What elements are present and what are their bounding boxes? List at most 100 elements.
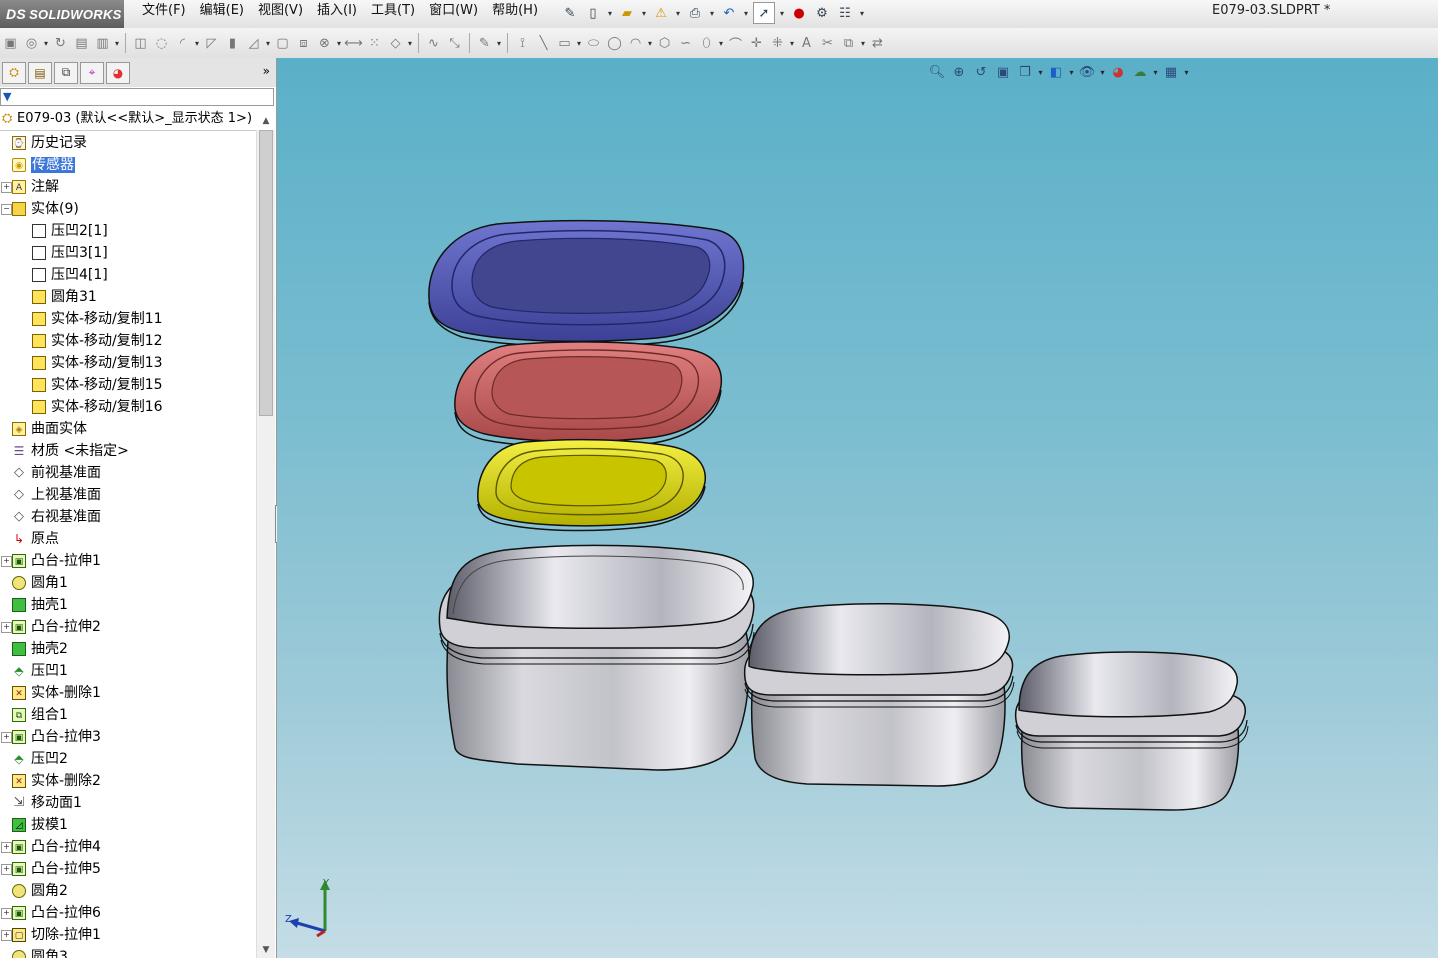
tree-item[interactable]: ✕ 实体-删除1 [12, 682, 101, 704]
rib-icon[interactable]: ▮ [223, 34, 242, 53]
medium-lid[interactable] [454, 341, 723, 448]
ellipse-icon[interactable]: ⬯ [697, 34, 716, 53]
menu-window[interactable]: 窗口(W) [422, 0, 485, 28]
text-icon[interactable]: A [797, 34, 816, 53]
slot-icon[interactable]: ⬭ [584, 34, 603, 53]
boundary-boss-dropdown-arrow[interactable]: ▾ [113, 39, 121, 48]
file-properties-icon[interactable]: ☷ [835, 3, 855, 23]
dimxpert-tab-icon[interactable]: ⌖ [80, 61, 104, 84]
tree-item[interactable]: 圆角2 [12, 880, 68, 902]
tree-item[interactable]: 抽壳1 [12, 594, 68, 616]
tree-item[interactable]: ⬘ 压凹1 [12, 660, 68, 682]
tree-item[interactable]: ⬘ 压凹2 [12, 748, 68, 770]
tree-item[interactable]: − 实体(9) [1, 198, 79, 220]
menu-tools[interactable]: 工具(T) [364, 0, 422, 28]
warning-icon[interactable]: ⚠ [651, 3, 671, 23]
curves-icon[interactable]: ∿ [424, 34, 443, 53]
tree-item[interactable]: 实体-移动/复制15 [32, 374, 163, 396]
intersect-icon[interactable]: ⊗ [315, 34, 334, 53]
arc-icon[interactable]: ◠ [626, 34, 645, 53]
swept-boss-icon[interactable]: ↻ [51, 34, 70, 53]
pin-icon[interactable]: ✎ [560, 3, 580, 23]
large-box[interactable] [438, 544, 755, 771]
graphics-area[interactable]: 🔍︎ ⊕ ↺ ▣ ❒ ▾ ◧ ▾ 👁︎ ▾ ◕ ☁ ▾ ▦ ▾ Y Z [277, 58, 1438, 958]
tree-item[interactable]: 抽壳2 [12, 638, 68, 660]
revolved-boss-dropdown-arrow[interactable]: ▾ [42, 39, 50, 48]
lofted-boss-icon[interactable]: ▤ [72, 34, 91, 53]
scroll-up-arrow-icon[interactable]: ▲ [257, 112, 275, 130]
small-lid[interactable] [477, 438, 706, 532]
tree-item[interactable]: ⌚ 历史记录 [12, 132, 87, 154]
tree-item[interactable]: ◇ 前视基准面 [12, 462, 101, 484]
tree-item[interactable]: + ▣ 凸台-拉伸2 [1, 616, 101, 638]
print-dropdown-arrow[interactable]: ▾ [708, 9, 716, 18]
configuration-manager-tab-icon[interactable]: ⧉ [54, 61, 78, 84]
tree-expand-toggle[interactable]: + [1, 864, 12, 875]
save-dropdown-arrow[interactable]: ▾ [674, 9, 682, 18]
large-lid[interactable] [428, 219, 745, 348]
chamfer-icon[interactable]: ◸ [202, 34, 221, 53]
tree-item[interactable]: + ▣ 凸台-拉伸6 [1, 902, 101, 924]
menu-insert[interactable]: 插入(I) [310, 0, 364, 28]
draft-dropdown-arrow[interactable]: ▾ [264, 39, 272, 48]
reference-geometry-icon[interactable]: ◇ [386, 34, 405, 53]
draft-icon[interactable]: ◿ [244, 34, 263, 53]
tree-item[interactable]: 圆角1 [12, 572, 68, 594]
tree-item[interactable]: ◿ 拔模1 [12, 814, 68, 836]
wrap-icon[interactable]: ⧈ [294, 34, 313, 53]
tree-item[interactable]: 圆角3 [12, 946, 68, 958]
revolved-boss-icon[interactable]: ◎ [22, 34, 41, 53]
tree-item[interactable]: ⧉ 组合1 [12, 704, 68, 726]
fillet-dropdown-arrow[interactable]: ▾ [193, 39, 201, 48]
spline-icon[interactable]: ∽ [676, 34, 695, 53]
line-icon[interactable]: ╲ [534, 34, 553, 53]
tree-expand-toggle[interactable]: + [1, 732, 12, 743]
undo-dropdown-arrow[interactable]: ▾ [742, 9, 750, 18]
mirror-icon[interactable]: ⟷ [344, 34, 363, 53]
tree-item[interactable]: + ▣ 凸台-拉伸1 [1, 550, 101, 572]
arc-dropdown-arrow[interactable]: ▾ [646, 39, 654, 48]
tree-item[interactable]: ✕ 实体-删除2 [12, 770, 101, 792]
menu-edit[interactable]: 编辑(E) [193, 0, 251, 28]
traffic-light-icon[interactable]: ● [789, 3, 809, 23]
tree-item[interactable]: + ▢ 切除-拉伸1 [1, 924, 101, 946]
open-dropdown-arrow[interactable]: ▾ [640, 9, 648, 18]
solidworks-logo[interactable]: DS SOLIDWORKS [0, 0, 124, 28]
centerline-icon[interactable]: ⁜ [768, 34, 787, 53]
offset-icon[interactable]: ⧉ [839, 34, 858, 53]
linear-pattern-icon[interactable]: ⁙ [365, 34, 384, 53]
boundary-boss-icon[interactable]: ▥ [93, 34, 112, 53]
tree-item[interactable]: 实体-移动/复制13 [32, 352, 163, 374]
circle-icon[interactable]: ◯ [605, 34, 624, 53]
extruded-cut-icon[interactable]: ◫ [131, 34, 150, 53]
scroll-thumb[interactable] [259, 130, 273, 416]
trim-icon[interactable]: ✂ [818, 34, 837, 53]
extruded-boss-icon[interactable]: ▣ [1, 34, 20, 53]
feature-manager-tab-icon[interactable]: ⛭ [2, 61, 26, 84]
tree-expand-toggle[interactable]: + [1, 930, 12, 941]
ellipse-dropdown-arrow[interactable]: ▾ [717, 39, 725, 48]
fillet-icon[interactable]: ◜ [173, 34, 192, 53]
print-icon[interactable]: ⎙ [685, 3, 705, 23]
tree-expand-toggle[interactable]: + [1, 622, 12, 633]
tree-expand-toggle[interactable]: + [1, 908, 12, 919]
reference-geometry-dropdown-arrow[interactable]: ▾ [406, 39, 414, 48]
menu-view[interactable]: 视图(V) [251, 0, 310, 28]
property-manager-tab-icon[interactable]: ▤ [28, 61, 52, 84]
menu-file[interactable]: 文件(F) [135, 0, 193, 28]
tree-expand-toggle[interactable]: − [1, 204, 12, 215]
polygon-icon[interactable]: ⬡ [655, 34, 674, 53]
options-icon[interactable]: ⚙ [812, 3, 832, 23]
convert-icon[interactable]: ⇄ [868, 34, 887, 53]
tree-item[interactable]: 压凹4[1] [32, 264, 108, 286]
tree-item[interactable]: ☰ 材质 <未指定> [12, 440, 129, 462]
more-tabs-chevron-icon[interactable]: » [263, 64, 270, 78]
tree-item[interactable]: + A 注解 [1, 176, 59, 198]
tree-scrollbar[interactable]: ▲ ▼ [256, 116, 275, 958]
tree-item[interactable]: ◉ 传感器 [12, 154, 75, 176]
select-dropdown-arrow[interactable]: ▾ [778, 9, 786, 18]
fillet-sketch-icon[interactable]: ⌒ [726, 34, 745, 53]
tree-item[interactable]: ⇲ 移动面1 [12, 792, 82, 814]
sketch-dropdown-arrow[interactable]: ▾ [495, 39, 503, 48]
tree-item[interactable]: 圆角31 [32, 286, 97, 308]
